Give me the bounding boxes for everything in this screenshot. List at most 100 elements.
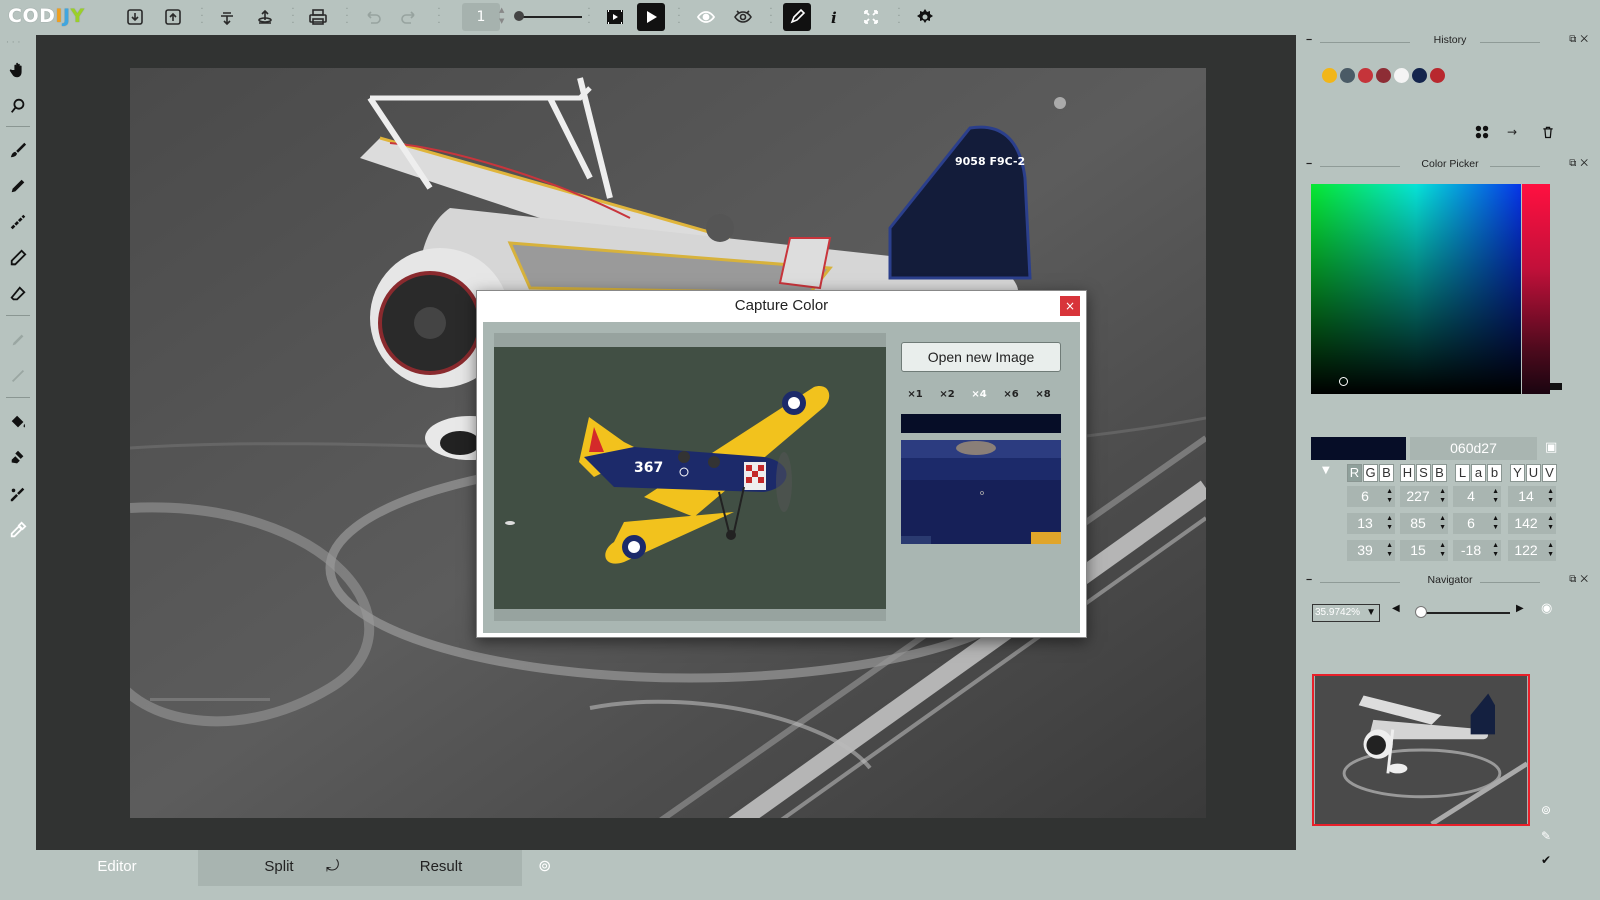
color-value-spinner[interactable]: 4	[1453, 486, 1501, 507]
eye-icon[interactable]	[691, 3, 721, 31]
cloud-download-icon[interactable]	[212, 3, 242, 31]
history-color-swatch[interactable]	[1412, 68, 1427, 83]
zoom-option-button[interactable]: ×8	[1031, 386, 1055, 404]
page-number-field[interactable]: 1	[462, 3, 500, 31]
eraser-icon[interactable]	[6, 282, 30, 306]
color-value-spinner[interactable]: 142	[1508, 513, 1556, 534]
marker-icon[interactable]	[6, 246, 30, 270]
color-mode-r-button[interactable]: R	[1347, 464, 1362, 482]
color-value-spinner[interactable]: 15	[1400, 540, 1448, 561]
collapse-icon[interactable]: ▼	[1322, 465, 1330, 476]
color-mode-h-button[interactable]: H	[1400, 464, 1415, 482]
zoom-option-button[interactable]: ×1	[903, 386, 927, 404]
color-mode-u-button[interactable]: U	[1526, 464, 1541, 482]
swap-icon[interactable]: ⤾	[326, 856, 339, 876]
page-slider-knob[interactable]	[514, 11, 524, 21]
color-value-spinner[interactable]: 14	[1508, 486, 1556, 507]
undo-icon[interactable]	[358, 3, 388, 31]
fullscreen-icon[interactable]	[856, 3, 886, 31]
hand-icon[interactable]	[6, 58, 30, 82]
navigator-thumbnail[interactable]	[1312, 674, 1530, 826]
color-mode-y-button[interactable]: Y	[1510, 464, 1525, 482]
zoom-out-icon[interactable]: ◀	[1392, 603, 1400, 614]
print-icon[interactable]	[303, 3, 333, 31]
close-icon[interactable]: ×	[1060, 296, 1080, 316]
color-mode-g-button[interactable]: G	[1363, 464, 1378, 482]
eye-icon[interactable]: ◉	[1541, 601, 1552, 616]
zoom-option-button[interactable]: ×2	[935, 386, 959, 404]
page-stepper[interactable]: ▲ ▼	[499, 5, 504, 27]
zoom-icon[interactable]	[6, 94, 30, 118]
color-value-spinner[interactable]: 227	[1400, 486, 1448, 507]
history-color-swatch[interactable]	[1376, 68, 1391, 83]
chat-icon[interactable]: ⊚	[1536, 800, 1556, 820]
import-icon[interactable]	[120, 3, 150, 31]
panel-controls[interactable]: ⧉✕	[1569, 158, 1592, 169]
settings-icon[interactable]	[910, 3, 940, 31]
zoom-select[interactable]: 35.9742% ▼	[1312, 604, 1380, 622]
panel-controls[interactable]: ⧉✕	[1569, 34, 1592, 45]
page-slider[interactable]	[516, 16, 582, 18]
zoom-option-button[interactable]: ×4	[967, 386, 991, 404]
arrow-right-icon[interactable]: →	[1502, 123, 1522, 141]
palette-icon[interactable]	[1472, 123, 1492, 141]
color-value-spinner[interactable]: 39	[1347, 540, 1395, 561]
stamp-icon[interactable]	[6, 446, 30, 470]
hex-field[interactable]: 060d27	[1410, 437, 1537, 460]
hue-slider-marker[interactable]	[1550, 383, 1562, 390]
tab-result[interactable]: Result	[360, 850, 522, 886]
checkmark-icon[interactable]: ✔	[1536, 850, 1556, 870]
color-mode-a-button[interactable]: a	[1471, 464, 1486, 482]
color-cursor[interactable]	[1339, 377, 1348, 386]
dotted-brush-icon[interactable]	[6, 210, 30, 234]
cloud-upload-icon[interactable]	[250, 3, 280, 31]
saturation-value-field[interactable]	[1311, 184, 1521, 394]
svg-text:i: i	[831, 9, 837, 27]
minimize-icon[interactable]: −	[1306, 574, 1312, 586]
play-icon[interactable]	[637, 3, 665, 31]
fill-bucket-icon[interactable]	[6, 410, 30, 434]
history-color-swatch[interactable]	[1358, 68, 1373, 83]
color-value-spinner[interactable]: -18	[1453, 540, 1501, 561]
zoom-option-button[interactable]: ×6	[999, 386, 1023, 404]
info-icon[interactable]: i	[818, 3, 848, 31]
zoom-slider[interactable]	[1418, 612, 1510, 614]
reference-image[interactable]: 367	[494, 347, 886, 609]
color-mode-b-button[interactable]: b	[1487, 464, 1502, 482]
hue-slider[interactable]	[1522, 184, 1550, 394]
open-new-image-button[interactable]: Open new Image	[901, 342, 1061, 372]
color-mode-v-button[interactable]: V	[1542, 464, 1557, 482]
redo-icon[interactable]	[394, 3, 424, 31]
zoom-in-icon[interactable]: ▶	[1516, 603, 1524, 614]
color-sampler-icon[interactable]	[6, 482, 30, 506]
color-value-spinner[interactable]: 6	[1347, 486, 1395, 507]
color-value-spinner[interactable]: 13	[1347, 513, 1395, 534]
history-color-swatch[interactable]	[1394, 68, 1409, 83]
eyedropper-icon[interactable]	[6, 518, 30, 542]
color-value-spinner[interactable]: 122	[1508, 540, 1556, 561]
panel-controls[interactable]: ⧉✕	[1569, 574, 1592, 585]
film-icon[interactable]	[600, 3, 630, 31]
export-icon[interactable]	[158, 3, 188, 31]
eye-outline-icon[interactable]	[728, 3, 758, 31]
image-icon[interactable]: ▣	[1545, 440, 1561, 456]
minimize-icon[interactable]: −	[1306, 34, 1312, 46]
color-value-spinner[interactable]: 6	[1453, 513, 1501, 534]
pencil-icon[interactable]: ✎	[1536, 826, 1556, 846]
zoom-slider-knob[interactable]	[1415, 606, 1427, 618]
tab-editor[interactable]: Editor	[36, 850, 198, 886]
history-color-swatch[interactable]	[1322, 68, 1337, 83]
trash-icon[interactable]	[1538, 123, 1558, 141]
color-mode-b-button[interactable]: B	[1432, 464, 1447, 482]
pencil-icon[interactable]	[6, 174, 30, 198]
color-mode-b-button[interactable]: B	[1379, 464, 1394, 482]
history-color-swatch[interactable]	[1430, 68, 1445, 83]
history-color-swatch[interactable]	[1340, 68, 1355, 83]
color-value-spinner[interactable]: 85	[1400, 513, 1448, 534]
minimize-icon[interactable]: −	[1306, 158, 1312, 170]
pen-icon[interactable]	[783, 3, 811, 31]
color-mode-s-button[interactable]: S	[1416, 464, 1431, 482]
chat-icon[interactable]: ⊚	[538, 856, 551, 875]
color-mode-l-button[interactable]: L	[1455, 464, 1470, 482]
brush-icon[interactable]	[6, 138, 30, 162]
